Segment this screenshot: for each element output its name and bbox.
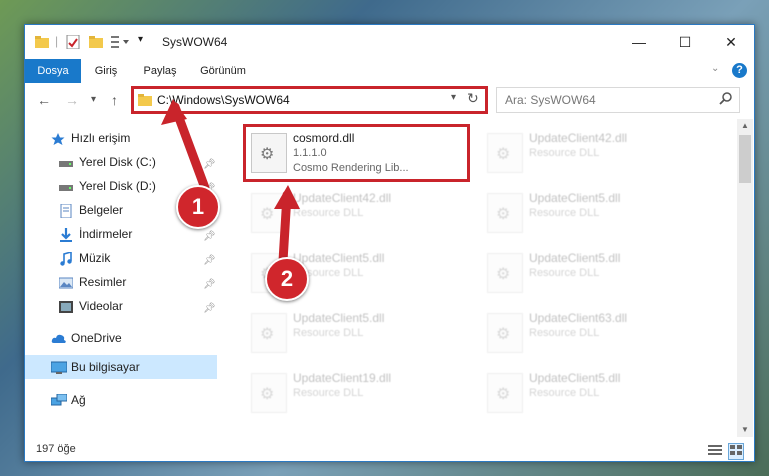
file-explorer-window: | ▾ SysWOW64 — ☐ ✕ Dosya Giriş Paylaş Gö… — [24, 24, 755, 462]
callout-badge-2: 2 — [265, 257, 309, 301]
callout-badge-1: 1 — [176, 185, 220, 229]
callout-arrows — [161, 99, 300, 266]
arrow-2-head — [274, 185, 300, 209]
